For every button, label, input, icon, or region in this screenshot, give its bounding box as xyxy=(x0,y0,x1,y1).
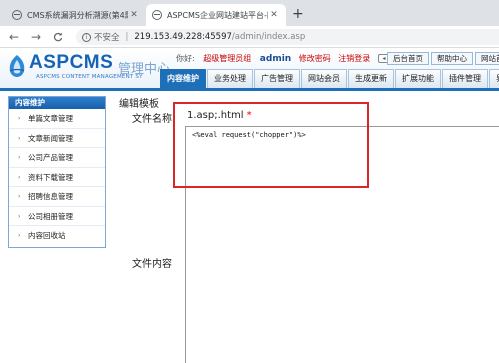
sidebar: 内容维护 › 单篇文章管理 › 文章新闻管理 › 公司产品管理 › 资料下载管理 › 招聘… xyxy=(8,96,106,248)
security-label: 不安全 xyxy=(94,33,120,43)
close-icon[interactable]: ✕ xyxy=(128,10,140,20)
sidebar-item-label: 公司相册管理 xyxy=(28,211,73,221)
tab-title: ASPCMS企业网站建站平台-网站 xyxy=(167,10,268,20)
address-bar[interactable]: i 不安全 | 219.153.49.228:45597/admin/index… xyxy=(76,29,499,45)
browser-tab-strip: CMS系统漏洞分析溯源(第4题)_ ✕ ASPCMS企业网站建站平台-网站 ✕ … xyxy=(0,0,499,26)
main-nav: 内容维护 业务处理 广告管理 网站会员 生成更新 扩展功能 插件管理 界面 xyxy=(160,69,499,88)
user-bar: 你好: 超级管理员组 admin 修改密码 注销登录 ◂ ▢ xyxy=(176,53,398,64)
sidebar-item-label: 单篇文章管理 xyxy=(28,114,73,123)
tab-interface[interactable]: 界面 xyxy=(489,69,499,88)
back-button[interactable]: ← xyxy=(6,28,22,46)
tab-generate[interactable]: 生成更新 xyxy=(348,69,394,88)
cms-header: ASPCMS ASPCMS CONTENT MANAGEMENT SY 管理中心… xyxy=(0,49,499,91)
chevron-right-icon: › xyxy=(18,154,21,161)
sidebar-item-single-article[interactable]: › 单篇文章管理 xyxy=(9,109,105,129)
site-home-button[interactable]: 网站首 xyxy=(475,52,499,65)
info-icon[interactable]: i xyxy=(82,32,91,42)
sidebar-header: 内容维护 xyxy=(9,97,105,109)
sidebar-item-albums[interactable]: › 公司相册管理 xyxy=(9,207,105,226)
address-separator: | xyxy=(125,32,129,42)
help-center-button[interactable]: 帮助中心 xyxy=(431,52,473,65)
admin-home-button[interactable]: 后台首页 xyxy=(387,52,429,65)
chevron-right-icon: › xyxy=(18,115,21,122)
tab-ads[interactable]: 广告管理 xyxy=(254,69,300,88)
reload-icon xyxy=(53,32,63,42)
tab-title: CMS系统漏洞分析溯源(第4题)_ xyxy=(27,10,128,20)
sidebar-item-label: 资料下载管理 xyxy=(28,172,73,182)
tab-extensions[interactable]: 扩展功能 xyxy=(395,69,441,88)
forward-button[interactable]: → xyxy=(28,28,44,46)
greeting: 你好: xyxy=(176,54,195,63)
chevron-right-icon: › xyxy=(18,232,21,239)
url-host: 219.153.49.228:45597 xyxy=(134,32,232,42)
new-tab-button[interactable]: + xyxy=(292,6,304,22)
globe-icon xyxy=(152,10,162,20)
sidebar-item-recycle-bin[interactable]: › 内容回收站 xyxy=(9,226,105,246)
annotation-highlight-box xyxy=(173,102,369,188)
chevron-right-icon: › xyxy=(18,134,21,142)
change-password-link[interactable]: 修改密码 xyxy=(299,54,331,63)
tab-content-maintenance[interactable]: 内容维护 xyxy=(160,69,206,88)
quick-links: 后台首页 帮助中心 网站首 xyxy=(385,52,499,65)
username: admin xyxy=(259,54,292,64)
page-title: 编辑模板 xyxy=(119,99,159,110)
tab-business[interactable]: 业务处理 xyxy=(207,69,253,88)
sidebar-item-label: 内容回收站 xyxy=(28,231,66,240)
logo-brand: ASPCMS xyxy=(29,52,114,73)
browser-tab-cms-analysis[interactable]: CMS系统漏洞分析溯源(第4题)_ ✕ xyxy=(6,4,146,26)
sidebar-item-jobs[interactable]: › 招聘信息管理 xyxy=(9,187,105,207)
chevron-right-icon: › xyxy=(18,212,21,220)
tab-members[interactable]: 网站会员 xyxy=(301,69,347,88)
sidebar-item-label: 公司产品管理 xyxy=(28,153,73,162)
sidebar-item-news[interactable]: › 文章新闻管理 xyxy=(9,129,105,148)
globe-icon xyxy=(12,10,22,20)
user-role: 超级管理员组 xyxy=(203,54,252,63)
aspcms-logo-icon xyxy=(9,55,25,77)
sidebar-item-label: 招聘信息管理 xyxy=(28,192,73,201)
logout-link[interactable]: 注销登录 xyxy=(338,54,370,63)
sidebar-item-label: 文章新闻管理 xyxy=(28,133,73,143)
url-path: /admin/index.asp xyxy=(231,32,306,42)
chevron-right-icon: › xyxy=(18,193,21,200)
close-icon[interactable]: ✕ xyxy=(268,10,280,20)
browser-toolbar: ← → i 不安全 | 219.153.49.228:45597/admin/i… xyxy=(0,26,499,48)
tab-plugins[interactable]: 插件管理 xyxy=(442,69,488,88)
sidebar-item-downloads[interactable]: › 资料下载管理 xyxy=(9,168,105,187)
file-content-label: 文件内容 xyxy=(132,259,172,270)
browser-tab-aspcms[interactable]: ASPCMS企业网站建站平台-网站 ✕ xyxy=(146,4,286,26)
sidebar-item-products[interactable]: › 公司产品管理 xyxy=(9,148,105,168)
file-name-label: 文件名称 xyxy=(132,114,172,125)
reload-button[interactable] xyxy=(50,28,66,46)
chevron-right-icon: › xyxy=(18,173,21,181)
